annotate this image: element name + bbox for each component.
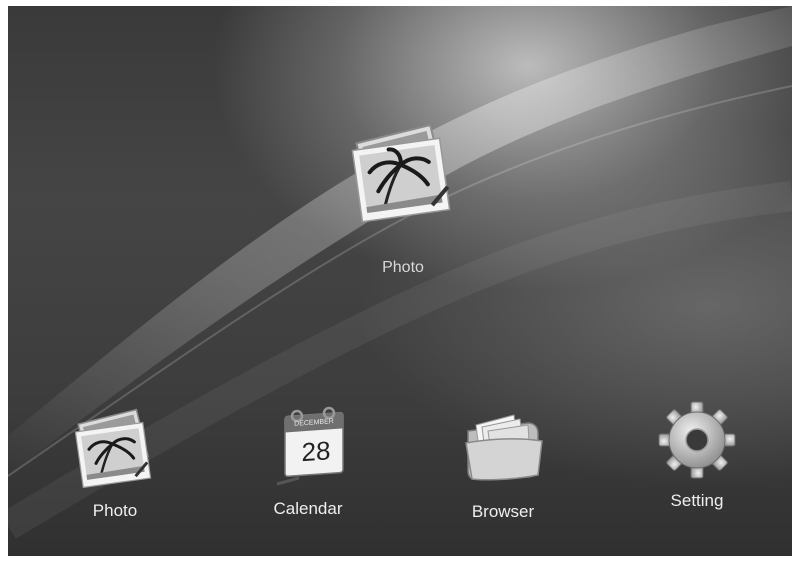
dock-item-setting[interactable]: Setting [632, 398, 762, 511]
dock-item-label: Browser [471, 502, 535, 521]
calendar-day: 28 [302, 435, 331, 467]
photo-stack-icon [343, 118, 463, 228]
featured-app-label: Photo [382, 259, 424, 276]
folder-files-icon [458, 409, 548, 494]
featured-app-photo[interactable]: Photo [333, 118, 473, 288]
dock-item-label: Calendar [273, 499, 343, 518]
dock-item-label: Photo [92, 501, 138, 520]
home-screen: Photo Photo DECEMBER 28 Calendar Browser… [8, 6, 792, 556]
dock-item-photo[interactable]: Photo [50, 408, 180, 521]
dock-item-browser[interactable]: Browser [438, 409, 568, 522]
photo-stack-icon [70, 408, 160, 493]
calendar-icon: DECEMBER 28 [263, 406, 353, 491]
dock-item-calendar[interactable]: DECEMBER 28 Calendar [243, 406, 373, 519]
gear-icon [652, 398, 742, 483]
dock-item-label: Setting [670, 491, 724, 510]
